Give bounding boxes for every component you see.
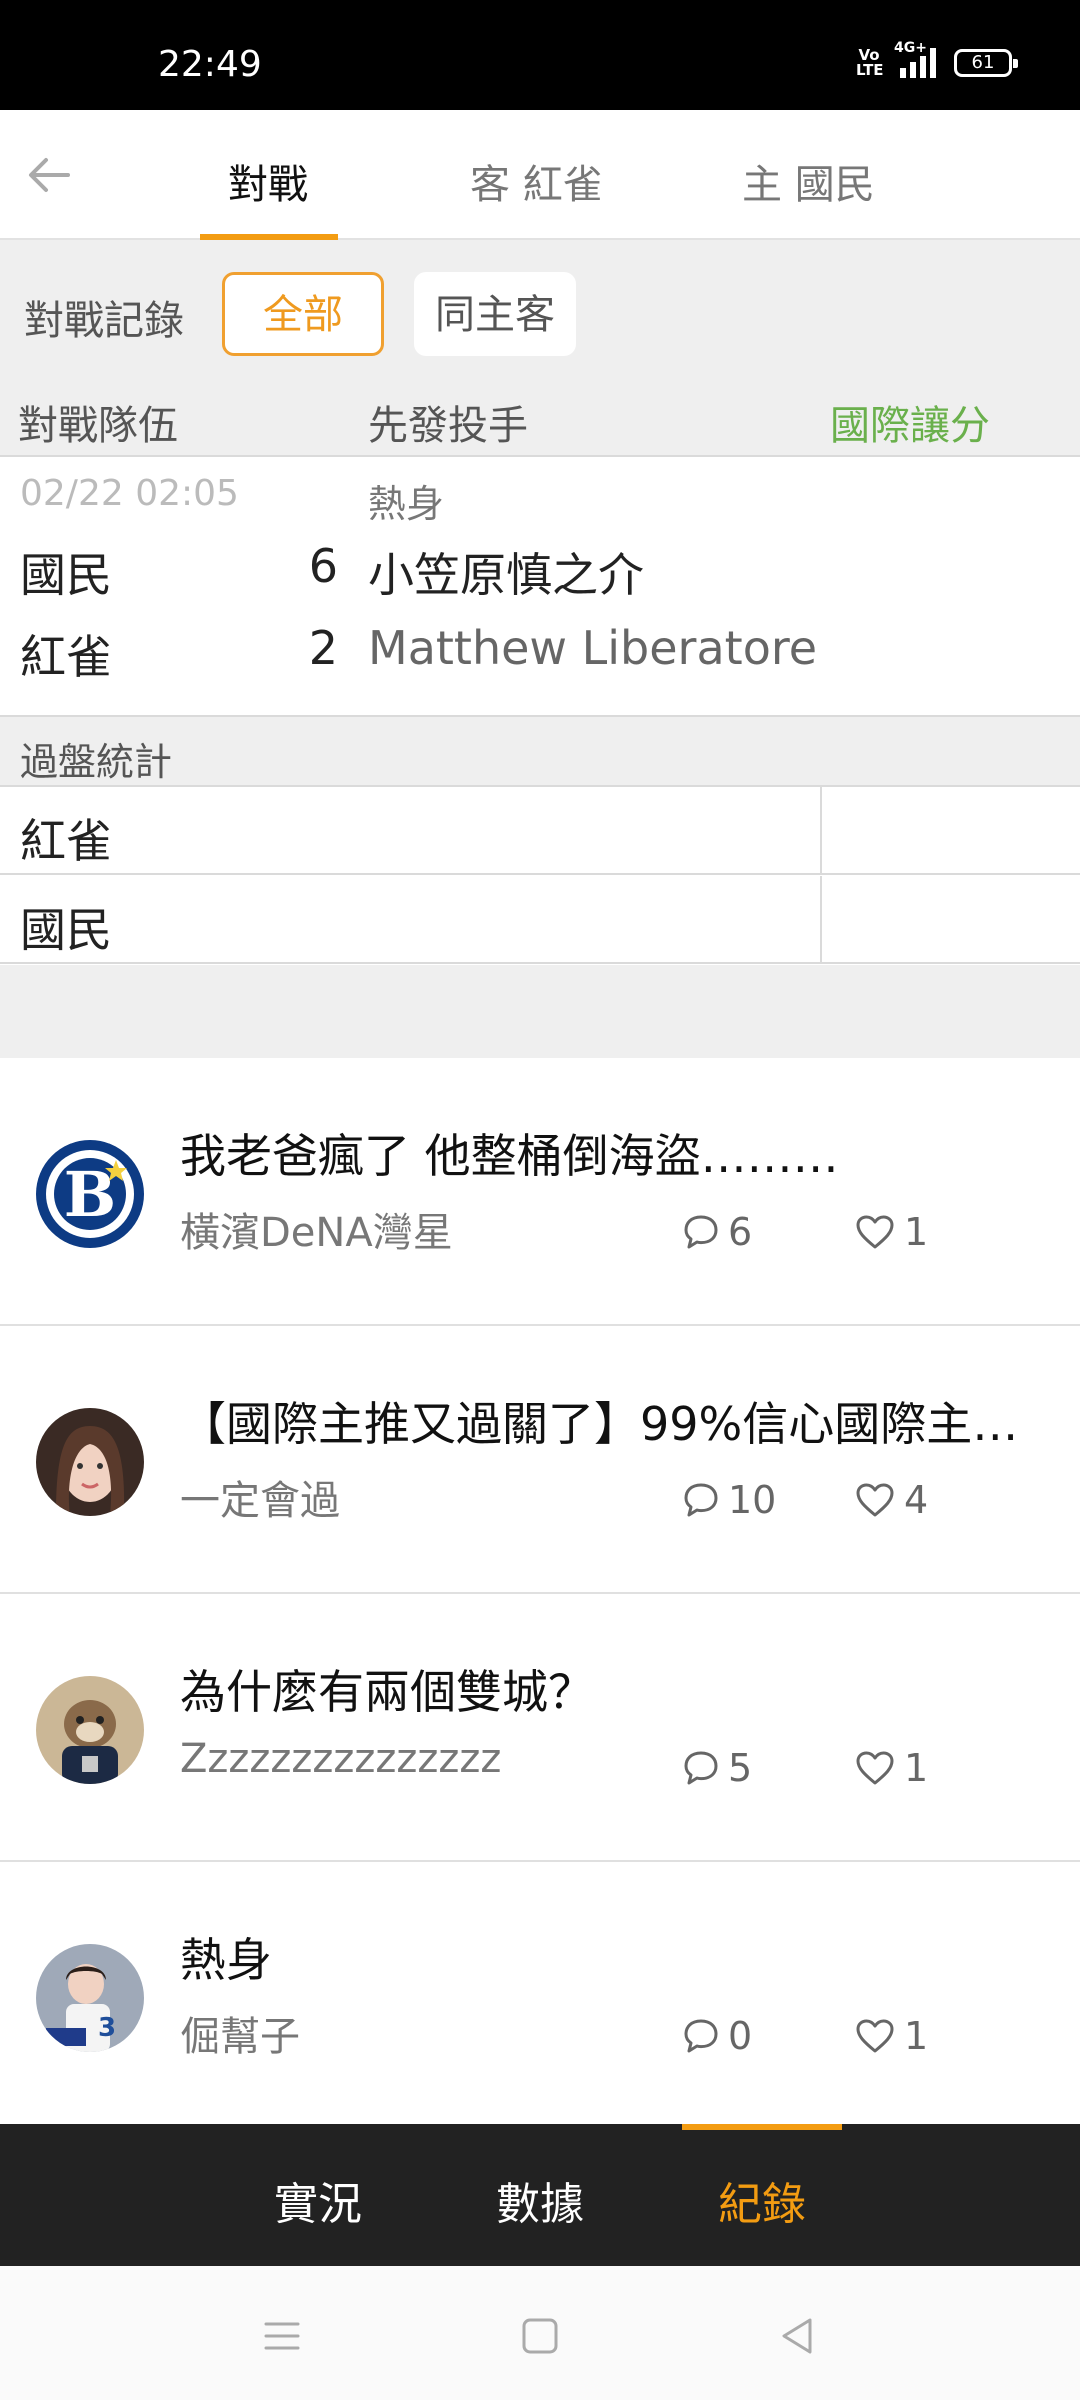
heart-icon [856,1483,894,1517]
comment-count[interactable]: 5 [682,1746,752,1790]
volte-icon: Vo LTE [856,46,884,79]
column-divider [820,876,822,964]
post-author: Zzzzzzzzzzzzzzz [180,1736,502,1782]
post-title: 熱身 [180,1933,272,1987]
cover-stats-header: 過盤統計 [0,715,1080,787]
like-count[interactable]: 1 [854,2014,928,2058]
match-status: 熱身 [368,482,445,526]
bottom-tab-records[interactable]: 紀錄 [718,2168,806,2232]
post-item[interactable]: 【國際主推又過關了】99%信心國際主… 一定會過 10 4 [0,1326,1080,1594]
home-icon[interactable] [510,2306,570,2366]
tab-matchup[interactable]: 對戰 [228,152,308,210]
cover-stats-row: 紅雀 [0,787,1080,875]
heart-icon [856,1751,894,1785]
post-author: 橫濱DeNA灣星 [180,1210,453,1256]
heart-icon [856,1215,894,1249]
table-header: 對戰隊伍 先發投手 國際讓分 [0,365,1080,455]
filter-row: 對戰記錄 全部 同主客 [0,240,1080,365]
svg-text:3: 3 [98,2013,116,2043]
away-pitcher: Matthew Liberatore [368,621,818,675]
post-title: 【國際主推又過關了】99%信心國際主… [180,1397,1019,1451]
match-record[interactable]: 02/22 02:05 熱身 國民 6 小笠原慎之介 紅雀 2 Matthew … [0,455,1080,715]
avatar[interactable] [36,1408,144,1516]
signal-icon: 4G+ [894,40,936,78]
filter-all-button[interactable]: 全部 [222,272,384,356]
post-author: 一定會過 [180,1478,340,1524]
header-handicap[interactable]: 國際讓分 [830,393,990,451]
away-team-score: 2 [308,621,338,675]
back-icon[interactable] [768,2306,828,2366]
comment-count-value: 6 [728,1210,753,1254]
back-arrow-icon[interactable] [24,150,74,200]
column-divider [820,787,822,875]
status-bar: 22:49 Vo LTE 4G+ 61 [0,0,1080,110]
tab-home-team[interactable]: 主 國民 [742,152,875,210]
comment-count[interactable]: 0 [682,2014,752,2058]
post-title: 為什麼有兩個雙城？ [180,1665,594,1719]
top-nav: 對戰 客 紅雀 主 國民 [0,110,1080,240]
like-count[interactable]: 1 [854,1746,928,1790]
bottom-tab-indicator [682,2124,842,2130]
like-count-value: 4 [904,1478,929,1522]
menu-icon[interactable] [252,2306,312,2366]
post-title: 我老爸瘋了 他整桶倒海盜……… [180,1129,839,1183]
post-author: 倔幫子 [180,2014,300,2060]
heart-icon [856,2019,894,2053]
post-item[interactable]: B 我老爸瘋了 他整桶倒海盜……… 橫濱DeNA灣星 6 1 [0,1058,1080,1326]
status-time: 22:49 [158,44,262,85]
away-team-name: 紅雀 [20,630,112,684]
comment-icon [684,1215,718,1249]
comment-count[interactable]: 10 [682,1478,776,1522]
avatar[interactable]: B [36,1140,144,1248]
home-pitcher: 小笠原慎之介 [368,548,644,602]
bottom-tab-bar: 實況 數據 紀錄 [0,2124,1080,2266]
home-team-score: 6 [308,539,338,593]
like-count[interactable]: 4 [854,1478,928,1522]
comment-count-value: 0 [728,2014,753,2058]
bottom-tab-stats[interactable]: 數據 [496,2168,584,2232]
status-icons: Vo LTE 4G+ 61 [856,40,1018,79]
post-item[interactable]: 為什麼有兩個雙城？ Zzzzzzzzzzzzzzz 5 1 [0,1594,1080,1862]
match-date: 02/22 02:05 [20,473,239,514]
cover-stats-label: 過盤統計 [20,740,173,784]
tab-away-team[interactable]: 客 紅雀 [470,152,603,210]
avatar[interactable] [36,1676,144,1784]
home-team-name: 國民 [20,548,112,602]
comment-icon [684,1751,718,1785]
battery-icon: 61 [954,49,1018,77]
comment-count-value: 10 [728,1478,777,1522]
comment-icon [684,1483,718,1517]
bottom-tab-live[interactable]: 實況 [274,2168,362,2232]
avatar[interactable]: 3 [36,1944,144,2052]
like-count-value: 1 [904,2014,929,2058]
like-count[interactable]: 1 [854,1210,928,1254]
network-type: 4G+ [894,40,927,56]
header-teams: 對戰隊伍 [18,403,178,449]
comment-count-value: 5 [728,1746,753,1790]
like-count-value: 1 [904,1210,929,1254]
comment-count[interactable]: 6 [682,1210,752,1254]
cover-stats-team: 國民 [20,903,112,957]
section-gap [0,965,1080,1058]
header-pitcher: 先發投手 [368,403,528,449]
filter-label: 對戰記錄 [24,298,184,344]
like-count-value: 1 [904,1746,929,1790]
system-nav-bar [0,2266,1080,2400]
comment-icon [684,2019,718,2053]
cover-stats-row: 國民 [0,876,1080,964]
filter-same-home-away-button[interactable]: 同主客 [414,272,576,356]
post-item[interactable]: 3 熱身 倔幫子 0 1 [0,1862,1080,2130]
cover-stats-team: 紅雀 [20,814,112,868]
